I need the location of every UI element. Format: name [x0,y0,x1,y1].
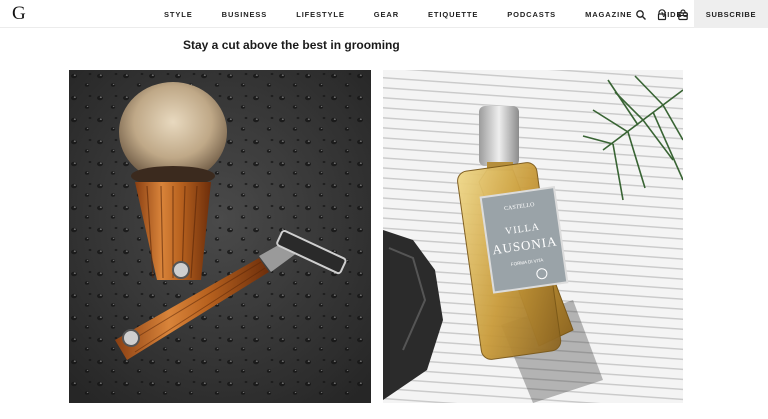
site-header: G STYLE BUSINESS LIFESTYLE GEAR ETIQUETT… [0,0,768,28]
nav-item-magazine[interactable]: MAGAZINE [585,10,632,19]
nav-item-etiquette[interactable]: ETIQUETTE [428,10,478,19]
nav-item-business[interactable]: BUSINESS [222,10,268,19]
nav-item-style[interactable]: STYLE [164,10,193,19]
bag-icon[interactable] [677,8,689,21]
shaving-brush-razor-illustration [69,70,371,403]
nav-item-lifestyle[interactable]: LIFESTYLE [296,10,345,19]
nav-item-gear[interactable]: GEAR [374,10,399,19]
account-icon[interactable] [656,8,668,21]
site-logo[interactable]: G [12,3,26,25]
article-headline: Stay a cut above the best in grooming [183,38,400,52]
shaving-brush-razor-image [69,70,371,403]
cologne-bottle-illustration: CASTELLO VILLA AUSONIA FORMA DI VITA [383,70,683,403]
header-icons [635,8,689,21]
subscribe-button[interactable]: SUBSCRIBE [694,0,768,28]
cologne-bottle-image: CASTELLO VILLA AUSONIA FORMA DI VITA [383,70,683,403]
nav-item-podcasts[interactable]: PODCASTS [507,10,556,19]
search-icon[interactable] [635,8,647,20]
